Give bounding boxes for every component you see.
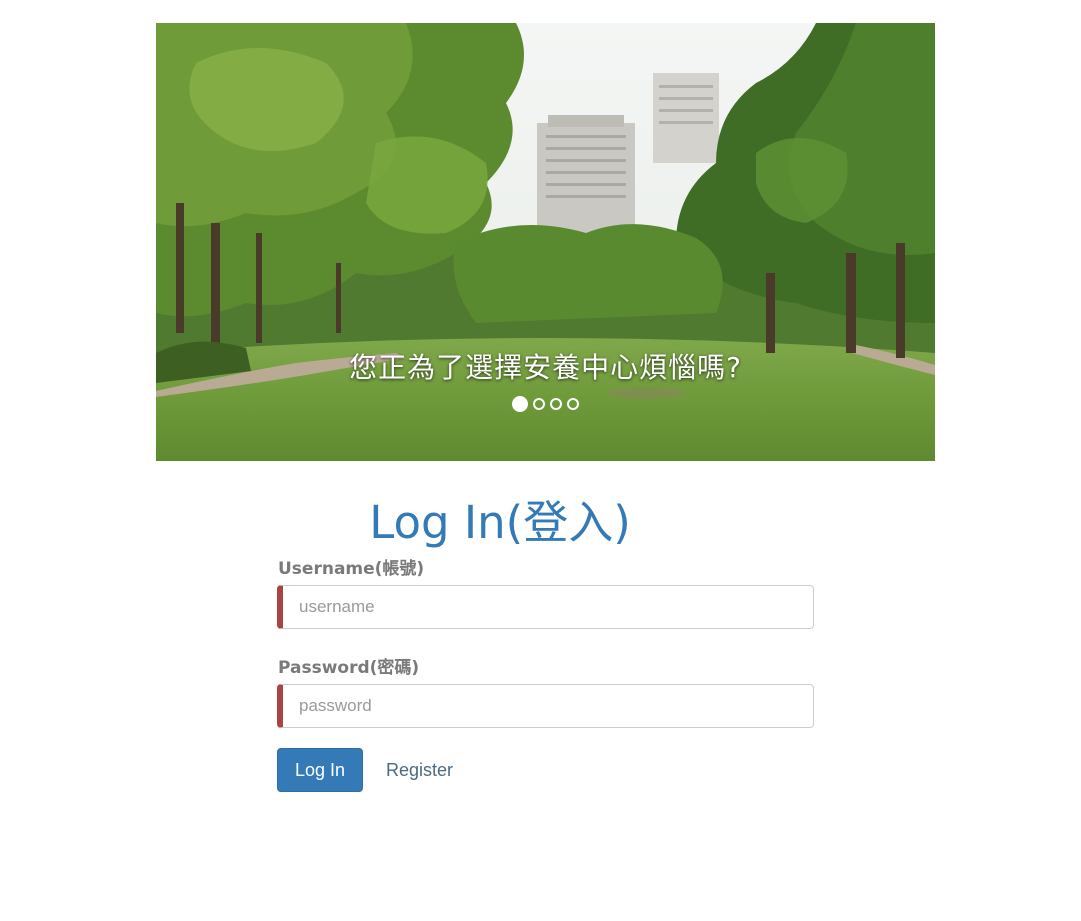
carousel-indicator-1[interactable] (512, 396, 528, 412)
username-input[interactable] (277, 585, 814, 629)
image-carousel[interactable]: 您正為了選擇安養中心煩惱嗎? (156, 23, 935, 461)
password-label: Password(密碼) (278, 658, 420, 678)
username-label: Username(帳號) (278, 559, 425, 579)
carousel-caption: 您正為了選擇安養中心煩惱嗎? (349, 351, 742, 384)
register-link[interactable]: Register (386, 760, 453, 781)
login-title: Log In(登入) (369, 496, 631, 549)
carousel-indicator-4[interactable] (567, 398, 579, 410)
carousel-indicators (156, 396, 935, 412)
carousel-slide-image (156, 23, 935, 461)
carousel-indicator-2[interactable] (533, 398, 545, 410)
carousel-indicator-3[interactable] (550, 398, 562, 410)
login-button[interactable]: Log In (277, 748, 363, 792)
password-input[interactable] (277, 684, 814, 728)
